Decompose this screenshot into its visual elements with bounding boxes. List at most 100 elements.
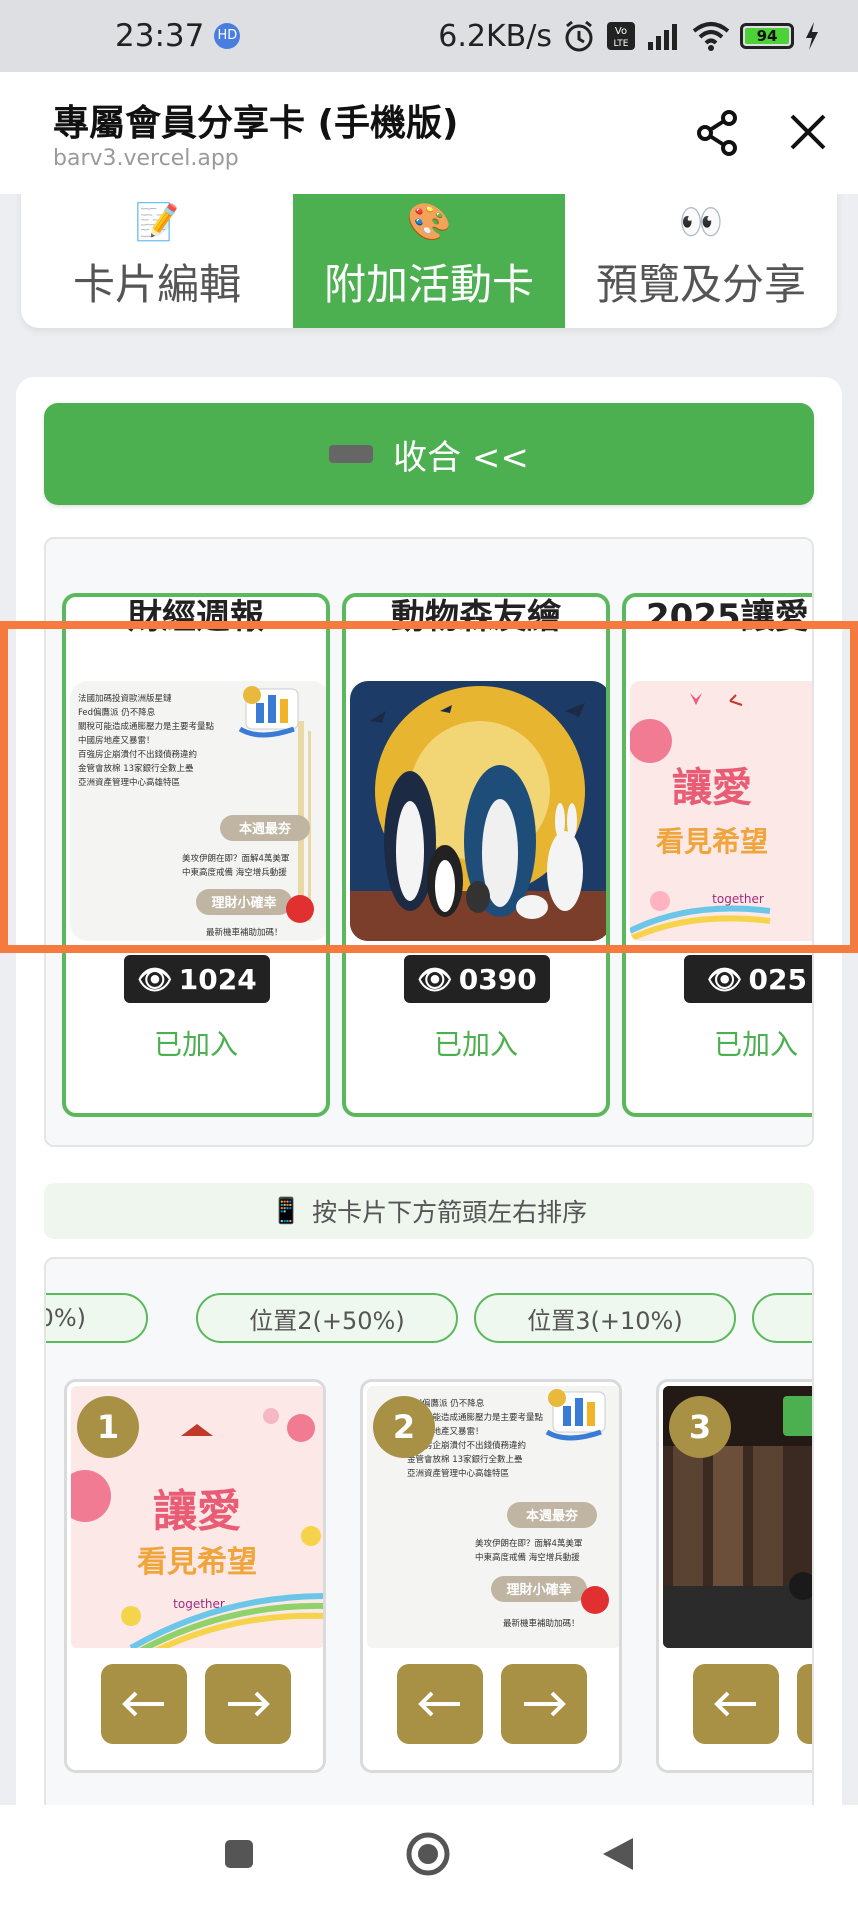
sort-hint-text: 按卡片下方箭頭左右排序 — [312, 1198, 588, 1227]
arrow-left-icon — [122, 1691, 164, 1717]
triangle-back-icon — [603, 1838, 633, 1870]
circle-icon — [406, 1832, 450, 1876]
arrow-right-icon — [524, 1691, 566, 1717]
finance-line: 中國房地產又暴雷！ — [78, 735, 155, 746]
move-right-button[interactable] — [501, 1664, 587, 1744]
back-button[interactable] — [601, 1836, 635, 1876]
network-speed: 6.2KB/s — [438, 18, 552, 54]
finance-card-image: 本週最夯 理財小確幸 法國加碼投資歐洲版星鏈 Fed偏鷹派 仍不降息 關稅可能造… — [70, 681, 326, 941]
view-count: 0390 — [458, 962, 537, 996]
finance-tag-small-joy: 理財小確幸 — [211, 895, 276, 911]
page-title: 專屬會員分享卡 (手機版) — [53, 103, 459, 144]
close-icon[interactable] — [782, 106, 834, 158]
minus-icon — [329, 445, 374, 463]
position-label: +80%) — [46, 1304, 86, 1332]
palette-icon: 🎨 — [406, 202, 452, 243]
view-count: 1024 — [178, 962, 257, 996]
finance-line: 法國加碼投資歐洲版星鏈 — [78, 693, 172, 704]
sort-number: 3 — [669, 1396, 731, 1458]
tab-extra-event-card[interactable]: 🎨 附加活動卡 — [293, 194, 565, 328]
move-right-button[interactable] — [797, 1664, 812, 1744]
tab-label: 附加活動卡 — [323, 260, 534, 309]
added-status[interactable]: 已加入 — [66, 1023, 326, 1063]
gallery-card-love[interactable]: 2025讓愛 讓愛 看見希望 together � — [622, 593, 812, 1117]
position-pill — [752, 1293, 812, 1343]
finance-hot-line: 中東高度戒備 海空增兵動援 — [182, 867, 287, 878]
move-left-button[interactable] — [397, 1664, 483, 1744]
finance-hot-line: 美攻伊朗在即？面解4萬美軍 — [182, 853, 289, 864]
svg-text:中東高度戒備 海空增兵動援: 中東高度戒備 海空增兵動援 — [475, 1552, 580, 1563]
tab-bar: 📝 卡片編輯 🎨 附加活動卡 👀 預覽及分享 — [21, 194, 837, 328]
svg-text:金管會放棉 13家銀行全數上壘: 金管會放棉 13家銀行全數上壘 — [407, 1454, 523, 1465]
card-gallery[interactable]: 財經週報 本週最夯 理財小確幸 法國加碼投資歐洲版星鏈 Fed偏鷹派 仍不降息 … — [44, 537, 814, 1147]
phone-icon: 📱 — [270, 1196, 303, 1225]
app-header: 專屬會員分享卡 (手機版) barv3.vercel.app — [0, 72, 858, 194]
sort-number: 1 — [77, 1396, 139, 1458]
event-card-panel: 收合 << 財經週報 本週最夯 理財小確幸 法國加碼投資歐洲版星鏈 Fed偏鷹派… — [16, 377, 842, 1805]
view-count-badge: 👁 025 — [684, 955, 812, 1003]
battery-level: 94 — [745, 28, 789, 44]
sort-number: 2 — [373, 1396, 435, 1458]
gallery-card-finance[interactable]: 財經週報 本週最夯 理財小確幸 法國加碼投資歐洲版星鏈 Fed偏鷹派 仍不降息 … — [62, 593, 330, 1117]
share-icon[interactable] — [693, 108, 743, 158]
move-right-button[interactable] — [205, 1664, 291, 1744]
love-card-brand: together — [712, 892, 764, 906]
svg-text:讓愛: 讓愛 — [153, 1486, 241, 1537]
alarm-icon — [562, 19, 596, 53]
position-pill: 位置3(+10%) — [474, 1293, 736, 1343]
battery-icon: 94 — [740, 23, 794, 49]
arrow-left-icon — [418, 1691, 460, 1717]
position-pill: 位置2(+50%) — [196, 1293, 458, 1343]
arrow-right-icon — [228, 1691, 270, 1717]
added-status[interactable]: 已加入 — [714, 1023, 798, 1063]
svg-text:亞洲資產管理中心高雄特區: 亞洲資產管理中心高雄特區 — [407, 1468, 509, 1479]
arrow-left-icon — [714, 1691, 756, 1717]
sort-hint: 📱 按卡片下方箭頭左右排序 — [44, 1183, 814, 1239]
move-left-button[interactable] — [101, 1664, 187, 1744]
svg-text:本週最夯: 本週最夯 — [526, 1508, 579, 1524]
tab-preview-share[interactable]: 👀 預覽及分享 — [565, 194, 837, 328]
position-pill: +80%) — [46, 1293, 148, 1343]
view-count-badge: 👁 1024 — [124, 955, 270, 1003]
main-content: 📝 卡片編輯 🎨 附加活動卡 👀 預覽及分享 收合 << 財經週報 本週最夯 理… — [0, 194, 858, 1805]
system-nav-bar — [0, 1805, 858, 1907]
charging-icon — [804, 22, 820, 50]
svg-text:最新機車補助加碼！: 最新機車補助加碼！ — [503, 1618, 580, 1629]
added-status[interactable]: 已加入 — [346, 1023, 606, 1063]
position-label: 位置3(+10%) — [527, 1306, 683, 1335]
finance-line: Fed偏鷹派 仍不降息 — [78, 707, 156, 718]
gallery-card-animal[interactable]: 動物森友繪 👁 0390 已加入 — [342, 593, 610, 1117]
volte-icon: Vo LTE — [606, 21, 636, 51]
card-title: 動物森友繪 — [391, 597, 561, 637]
square-icon — [225, 1840, 253, 1868]
tab-label: 預覽及分享 — [595, 260, 806, 309]
sort-card: 1 讓愛 看見希望 together — [64, 1379, 326, 1773]
collapse-label: 收合 << — [393, 437, 529, 478]
tab-card-edit[interactable]: 📝 卡片編輯 — [21, 194, 293, 328]
recents-button[interactable] — [223, 1838, 255, 1874]
animal-card-image — [350, 681, 606, 941]
svg-text:美攻伊朗在即？面解4萬美軍: 美攻伊朗在即？面解4萬美軍 — [475, 1538, 582, 1549]
eye-icon: 👁 — [417, 962, 453, 996]
svg-text:Vo: Vo — [615, 26, 627, 37]
page-url: barv3.vercel.app — [53, 146, 239, 171]
view-count: 025 — [748, 962, 807, 996]
love-card-heading: 讓愛 — [672, 765, 752, 811]
hd-icon: HD — [214, 23, 241, 49]
view-count-badge: 👁 0390 — [404, 955, 550, 1003]
love-card-image: 讓愛 看見希望 together — [630, 681, 812, 941]
finance-tag-hot: 本週最夯 — [239, 821, 292, 837]
position-label: 位置2(+50%) — [249, 1306, 405, 1335]
memo-icon: 📝 — [134, 202, 180, 243]
collapse-button[interactable]: 收合 << — [44, 403, 814, 505]
move-left-button[interactable] — [693, 1664, 779, 1744]
card-title: 財經週報 — [128, 597, 264, 637]
svg-text:LTE: LTE — [614, 39, 629, 49]
card-sorter[interactable]: +80%) 位置2(+50%) 位置3(+10%) 1 讓愛 看見希望 — [44, 1257, 814, 1805]
love-card-subheading: 看見希望 — [656, 825, 768, 858]
home-button[interactable] — [405, 1831, 451, 1881]
wifi-icon — [692, 21, 730, 51]
finance-line: 關稅可能造成通膨壓力是主要考量點 — [78, 721, 215, 732]
card-title: 2025讓愛 — [646, 597, 809, 637]
svg-text:看見希望: 看見希望 — [137, 1545, 257, 1580]
